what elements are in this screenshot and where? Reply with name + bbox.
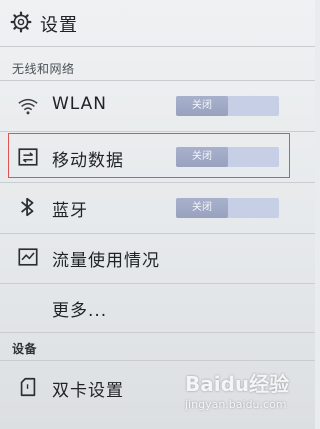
sim-card-icon <box>20 377 36 397</box>
settings-item-label: 蓝牙 <box>52 201 88 221</box>
highlight-box <box>8 133 290 178</box>
page-title: 设置 <box>40 15 78 36</box>
settings-item-wlan[interactable]: WLAN 关闭 <box>0 81 315 131</box>
watermark: Baidu经验 jingyan.baidu.com <box>185 366 295 416</box>
settings-item-bluetooth[interactable]: 蓝牙 关闭 <box>0 183 315 233</box>
settings-header: 设置 <box>0 0 315 46</box>
section-label-device: 设备 <box>12 342 38 356</box>
data-usage-icon <box>18 248 38 266</box>
watermark-url: jingyan.baidu.com <box>185 398 287 411</box>
toggle-state: 关闭 <box>176 198 228 218</box>
gear-icon[interactable] <box>10 11 32 33</box>
toggle-state: 关闭 <box>176 96 228 116</box>
section-label-wireless: 无线和网络 <box>12 62 75 76</box>
settings-item-label: 双卡设置 <box>52 381 124 401</box>
header-divider <box>0 46 315 47</box>
settings-item-data-usage[interactable]: 流量使用情况 <box>0 234 315 284</box>
settings-screen: 设置 无线和网络 WLAN 关闭 移动数据 关闭 蓝牙 关闭 流量使用情况 更多… <box>0 0 315 429</box>
settings-item-more[interactable]: 更多... <box>0 284 315 334</box>
bluetooth-toggle[interactable]: 关闭 <box>176 198 279 218</box>
row-divider <box>0 332 315 333</box>
watermark-brand: Baidu经验 <box>185 372 290 396</box>
settings-item-label: 更多... <box>52 301 108 321</box>
wlan-toggle[interactable]: 关闭 <box>176 96 279 116</box>
bluetooth-icon <box>21 197 34 217</box>
settings-item-label: 流量使用情况 <box>52 251 160 271</box>
settings-item-label: WLAN <box>52 94 108 114</box>
wifi-icon <box>18 98 38 115</box>
